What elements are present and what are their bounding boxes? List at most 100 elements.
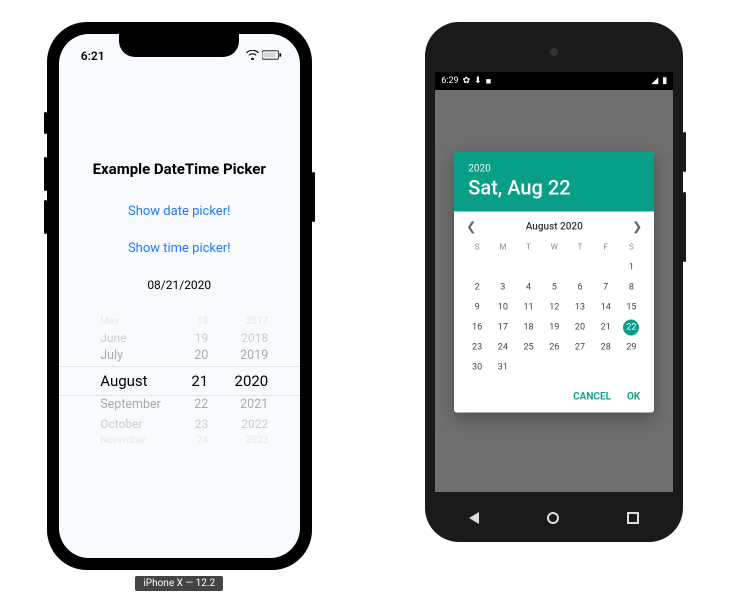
- wheel-day[interactable]: 19: [190, 329, 208, 347]
- calendar-day-cell[interactable]: 3: [490, 278, 516, 298]
- calendar-day-cell[interactable]: 31: [490, 358, 516, 378]
- wheel-month[interactable]: September: [90, 396, 166, 415]
- calendar-day-cell[interactable]: 15: [619, 298, 645, 318]
- calendar-day-cell[interactable]: 19: [541, 318, 567, 338]
- calendar-week-row: 16171819202122: [464, 318, 644, 338]
- power-button[interactable]: [312, 172, 315, 222]
- calendar-day-cell[interactable]: 1: [619, 258, 645, 278]
- calendar-day-cell[interactable]: 11: [516, 298, 542, 318]
- gear-icon: ✿: [463, 76, 471, 86]
- weekday-label: T: [567, 238, 593, 258]
- calendar-weekday-row: S M T W T F S: [464, 238, 644, 258]
- battery-icon: ▮: [662, 76, 667, 86]
- android-device: 6:29 ✿ ⬇ ■ ◢ ▮ 2020 Sat, Aug 22 ❮ August…: [425, 22, 683, 542]
- android-volume-button[interactable]: [683, 192, 686, 262]
- calendar-day-cell: [490, 258, 516, 278]
- calendar-day-cell[interactable]: 16: [464, 318, 490, 338]
- show-date-picker-button[interactable]: Show date picker!: [59, 204, 300, 219]
- wheel-month[interactable]: October: [90, 415, 166, 433]
- silent-switch[interactable]: [44, 112, 47, 134]
- android-status-bar: 6:29 ✿ ⬇ ■ ◢ ▮: [435, 72, 673, 90]
- back-button[interactable]: [469, 512, 479, 524]
- calendar-day-cell[interactable]: 29: [619, 338, 645, 358]
- selected-date-label: 08/21/2020: [59, 278, 300, 292]
- calendar-day-cell[interactable]: 17: [490, 318, 516, 338]
- iphone-screen: 6:21 Example DateTime Picker Show date p…: [59, 34, 300, 558]
- notch: [119, 34, 239, 57]
- wheel-month[interactable]: July: [90, 347, 166, 366]
- wheel-month[interactable]: June: [90, 329, 166, 347]
- page-title: Example DateTime Picker: [59, 160, 300, 178]
- calendar-day-cell[interactable]: 14: [593, 298, 619, 318]
- signal-icon: ◢: [651, 76, 658, 86]
- wheel-day-selected[interactable]: 21: [190, 370, 208, 393]
- calendar-day-cell[interactable]: 12: [541, 298, 567, 318]
- calendar-day-cell[interactable]: 20: [567, 318, 593, 338]
- calendar-day-cell[interactable]: 7: [593, 278, 619, 298]
- wheel-year[interactable]: 2021: [232, 396, 268, 415]
- weekday-label: S: [464, 238, 490, 258]
- calendar-day-cell[interactable]: 5: [541, 278, 567, 298]
- wifi-icon: [246, 49, 259, 63]
- wheel-month-selected[interactable]: August: [90, 370, 166, 393]
- weekday-label: T: [516, 238, 542, 258]
- calendar-day-cell[interactable]: 10: [490, 298, 516, 318]
- calendar-day-cell[interactable]: 25: [516, 338, 542, 358]
- calendar-week-row: 23242526272829: [464, 338, 644, 358]
- ok-button[interactable]: OK: [627, 392, 640, 403]
- wheel-month[interactable]: November: [90, 433, 166, 448]
- calendar-day-cell: [464, 258, 490, 278]
- calendar-day-cell[interactable]: 30: [464, 358, 490, 378]
- dialog-header: 2020 Sat, Aug 22: [454, 152, 654, 212]
- wheel-year-selected[interactable]: 2020: [232, 370, 268, 393]
- dialog-selected-date[interactable]: Sat, Aug 22: [468, 176, 640, 200]
- android-screen: 6:29 ✿ ⬇ ■ ◢ ▮ 2020 Sat, Aug 22 ❮ August…: [435, 72, 673, 492]
- android-power-button[interactable]: [683, 132, 686, 172]
- volume-up-button[interactable]: [44, 157, 47, 191]
- volume-down-button[interactable]: [44, 200, 47, 234]
- calendar-day-cell[interactable]: 4: [516, 278, 542, 298]
- wheel-year[interactable]: 2022: [232, 415, 268, 433]
- wheel-day[interactable]: 20: [190, 347, 208, 366]
- weekday-label: M: [490, 238, 516, 258]
- calendar-month-label[interactable]: August 2020: [526, 221, 583, 232]
- ios-date-wheel[interactable]: May 18 2017 June 19 2018 July 20 2019 August 21…: [59, 314, 300, 448]
- android-nav-bar: [435, 496, 673, 540]
- calendar-day-cell[interactable]: 28: [593, 338, 619, 358]
- calendar-day-cell[interactable]: 27: [567, 338, 593, 358]
- calendar-week-row: 2345678: [464, 278, 644, 298]
- calendar-day-cell[interactable]: 24: [490, 338, 516, 358]
- calendar-day-cell[interactable]: 23: [464, 338, 490, 358]
- wheel-year[interactable]: 2019: [232, 347, 268, 366]
- wheel-year[interactable]: 2017: [232, 314, 268, 329]
- wheel-day[interactable]: 22: [190, 396, 208, 415]
- show-time-picker-button[interactable]: Show time picker!: [59, 241, 300, 256]
- android-clock: 6:29: [441, 76, 458, 86]
- wheel-day[interactable]: 24: [190, 433, 208, 448]
- calendar-week-row: 3031: [464, 358, 644, 378]
- calendar-day-cell[interactable]: 26: [541, 338, 567, 358]
- android-top-bezel: [435, 32, 673, 72]
- weekday-label: S: [619, 238, 645, 258]
- wheel-month[interactable]: May: [90, 314, 166, 329]
- wheel-year[interactable]: 2018: [232, 329, 268, 347]
- recents-button[interactable]: [627, 512, 639, 524]
- calendar-day-cell[interactable]: 21: [593, 318, 619, 338]
- wheel-year[interactable]: 2023: [232, 433, 268, 448]
- cancel-button[interactable]: CANCEL: [573, 392, 611, 403]
- dialog-year[interactable]: 2020: [468, 164, 640, 175]
- calendar-day-cell[interactable]: 6: [567, 278, 593, 298]
- calendar-day-cell[interactable]: 9: [464, 298, 490, 318]
- calendar-day-cell[interactable]: 22: [619, 318, 645, 338]
- wheel-day[interactable]: 18: [190, 314, 208, 329]
- date-picker-dialog: 2020 Sat, Aug 22 ❮ August 2020 ❯ S M T W…: [454, 152, 654, 413]
- calendar-week-row: 9101112131415: [464, 298, 644, 318]
- wheel-day[interactable]: 23: [190, 415, 208, 433]
- calendar-day-cell[interactable]: 2: [464, 278, 490, 298]
- home-button[interactable]: [547, 512, 559, 524]
- calendar-day-cell[interactable]: 18: [516, 318, 542, 338]
- calendar-day-cell[interactable]: 13: [567, 298, 593, 318]
- next-month-button[interactable]: ❯: [632, 220, 642, 234]
- calendar-day-cell[interactable]: 8: [619, 278, 645, 298]
- prev-month-button[interactable]: ❮: [466, 220, 476, 234]
